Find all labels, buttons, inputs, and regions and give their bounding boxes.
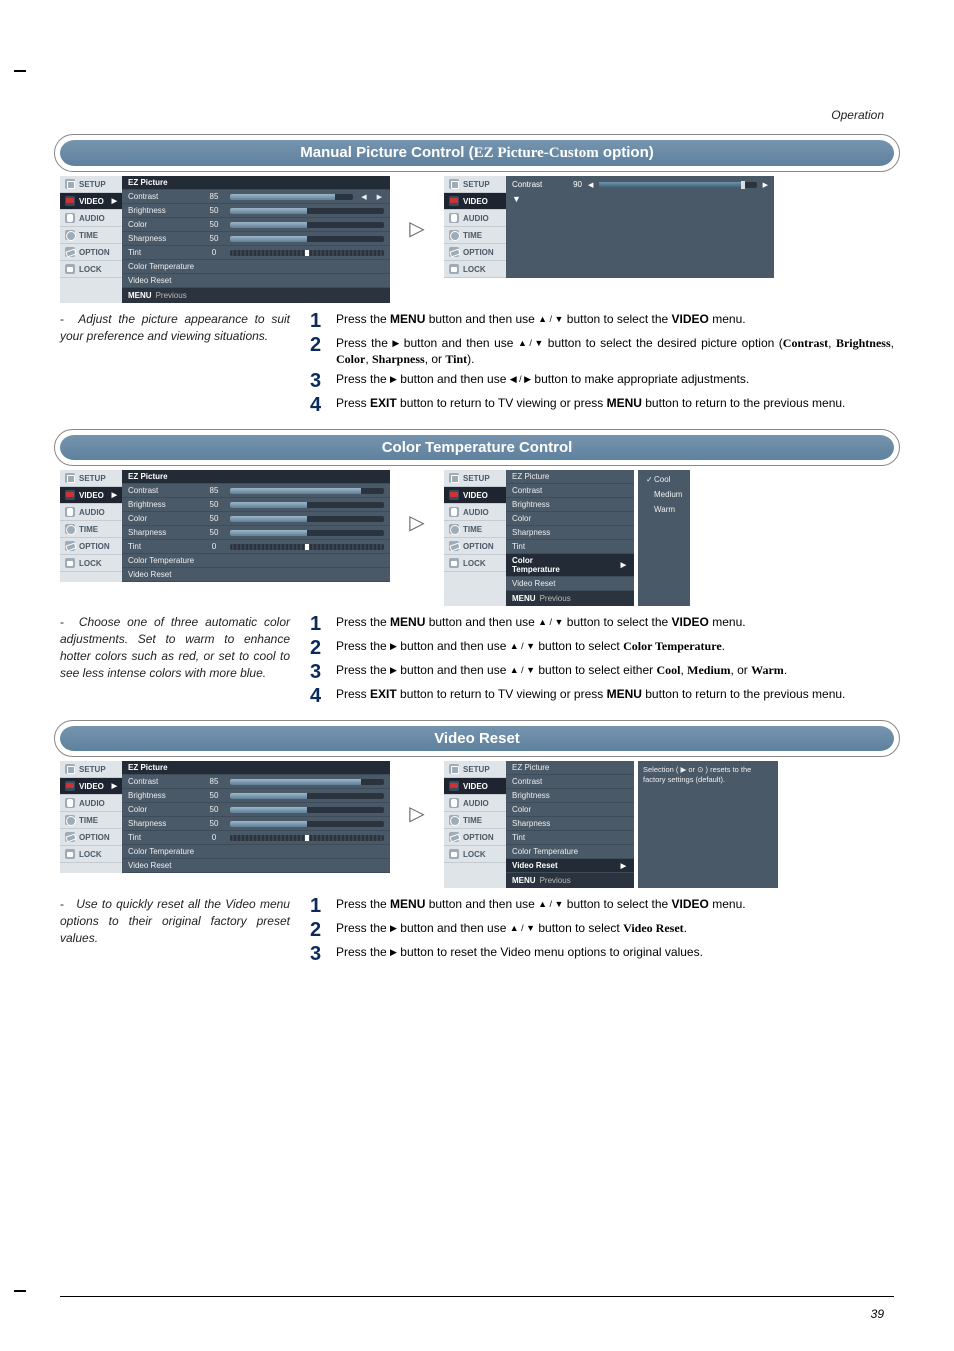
down-indicator: ▼ (506, 193, 774, 207)
menu-video: VIDEO▶ (60, 193, 122, 210)
page-number: 39 (871, 1307, 884, 1321)
section3-diagrams: SETUP VIDEO▶ AUDIO TIME OPTION LOCK EZ P… (60, 761, 894, 888)
footer-rule (60, 1296, 894, 1297)
menu-lock: LOCK (60, 261, 122, 278)
transition-arrow: ▷ (402, 176, 432, 241)
osd-menu: SETUP VIDEO AUDIO TIME OPTION LOCK (444, 176, 506, 278)
menu-time: TIME (60, 227, 122, 244)
menu-audio: AUDIO (60, 210, 122, 227)
reset-note: Selection ( ▶ or ⊙ ) resets to the facto… (638, 761, 778, 888)
menu-setup: SETUP (60, 176, 122, 193)
section1-steps: 1Press the MENU button and then use ▲ / … (310, 311, 894, 419)
osd-menu: SETUP VIDEO▶ AUDIO TIME OPTION LOCK (60, 176, 122, 303)
contrast-slider: Contrast 90 ◀ ▶ (506, 176, 774, 193)
section2-title: Color Temperature Control (60, 435, 894, 460)
section3-aside: - Use to quickly reset all the Video men… (60, 896, 290, 946)
ct-submenu: ✓Cool Medium Warm (638, 470, 690, 606)
running-header: Operation (831, 108, 884, 122)
section2-diagrams: SETUP VIDEO▶ AUDIO TIME OPTION LOCK EZ P… (60, 470, 894, 606)
section2-aside: - Choose one of three automatic color ad… (60, 614, 290, 681)
transition-arrow: ▷ (402, 761, 432, 826)
crop-mark (14, 70, 26, 72)
transition-arrow: ▷ (402, 470, 432, 535)
section1-diagrams: SETUP VIDEO▶ AUDIO TIME OPTION LOCK EZ P… (60, 176, 894, 303)
crop-mark (14, 1290, 26, 1292)
section1-title: Manual Picture Control (EZ Picture-Custo… (60, 140, 894, 166)
section3-title: Video Reset (60, 726, 894, 751)
section1-aside: - Adjust the picture appearance to suit … (60, 311, 290, 345)
step: 1Press the MENU button and then use ▲ / … (310, 311, 894, 331)
menu-option: OPTION (60, 244, 122, 261)
osd-panel: EZ Picture Contrast85◀▶ Brightness50 Col… (122, 176, 390, 303)
